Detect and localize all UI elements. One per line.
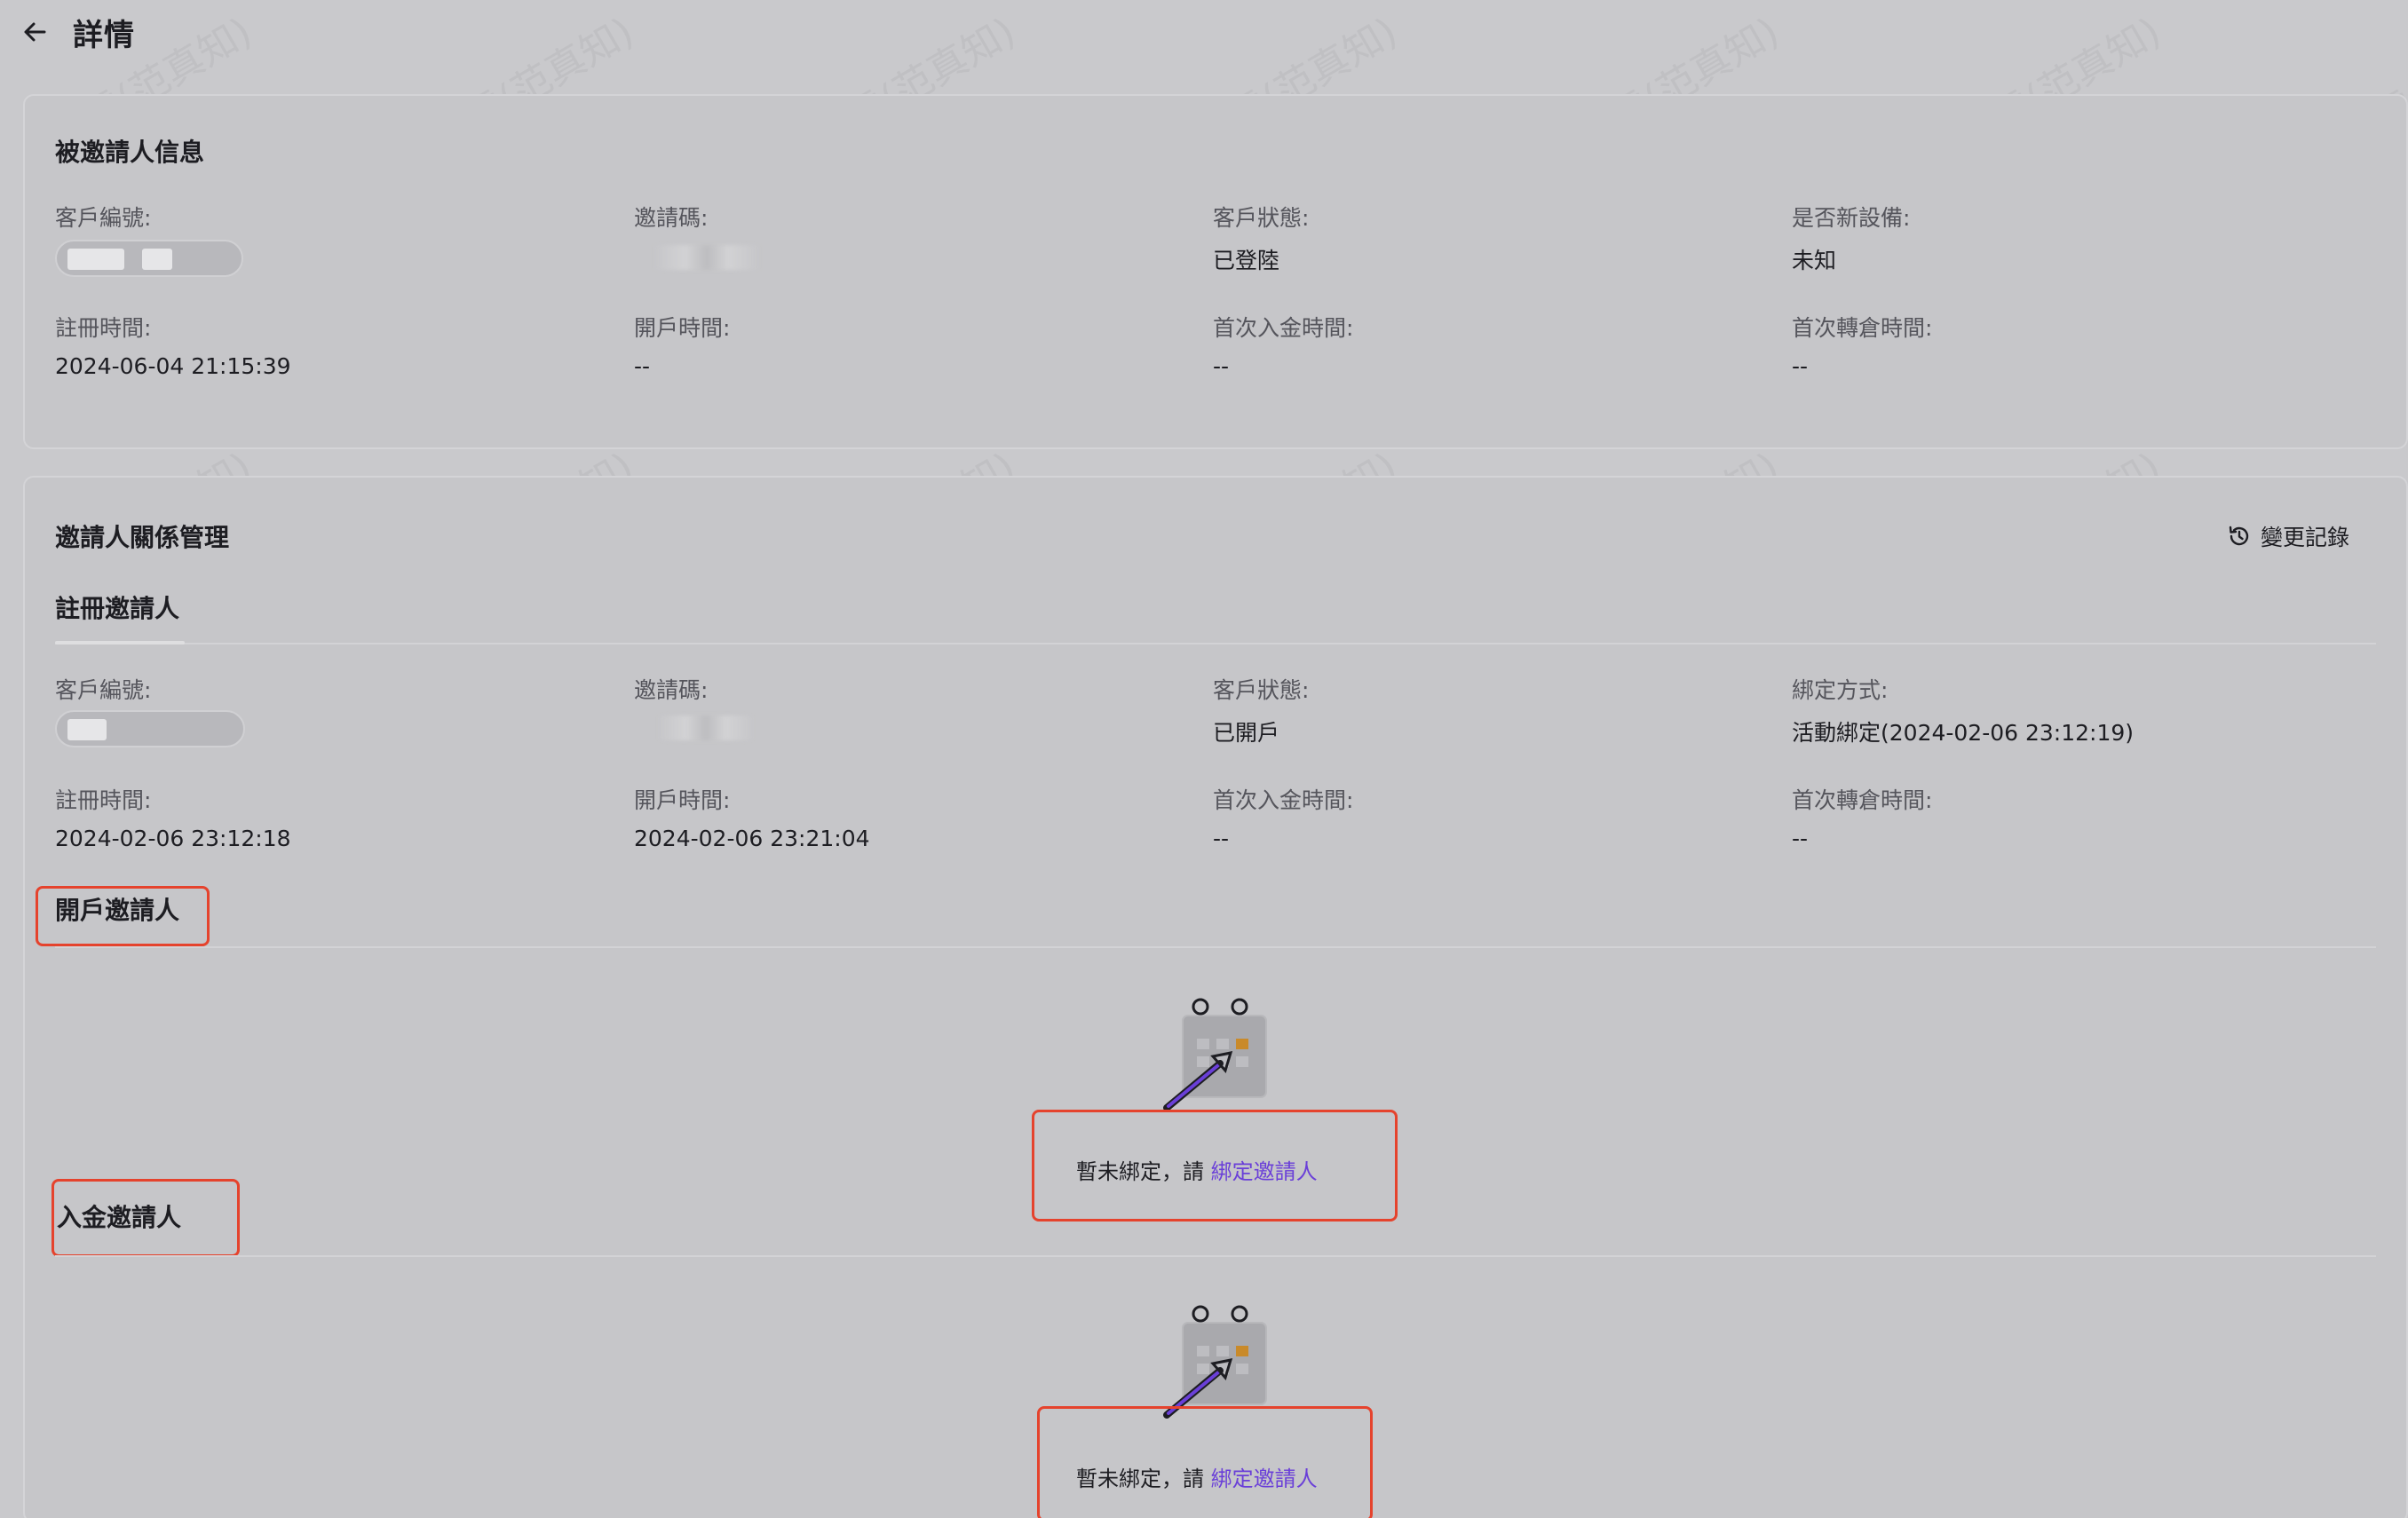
customer-no-masked-value (55, 240, 243, 277)
tab-active-indicator (55, 641, 185, 644)
bind-method-value: 活動綁定(2024-02-06 23:12:19) (1792, 720, 2135, 746)
first-deposit-value: -- (1213, 353, 1230, 379)
register-first-deposit-value: -- (1213, 826, 1230, 851)
invitee-section-title: 被邀請人信息 (55, 138, 205, 167)
open-account-inviter-highlight (36, 886, 210, 946)
tab-divider (55, 643, 2376, 644)
invite-code-label: 邀請碼: (634, 205, 709, 231)
invitee-info-card: 被邀請人信息 客戶編號: 邀請碼: 客戶狀態: 已登陸 是否新設備: 未知 註冊… (23, 94, 2408, 449)
open-time-value: -- (634, 353, 651, 379)
page-title: 詳情 (73, 18, 135, 53)
first-transfer-value: -- (1792, 353, 1809, 379)
customer-no-label: 客戶編號: (55, 205, 152, 231)
first-transfer-label: 首次轉倉時間: (1792, 315, 1933, 341)
open-time-label: 開戶時間: (634, 315, 731, 341)
change-history-button[interactable]: 變更記錄 (2227, 520, 2349, 552)
register-register-time-label: 註冊時間: (55, 787, 152, 813)
register-register-time-value: 2024-02-06 23:12:18 (55, 826, 291, 851)
register-open-time-label: 開戶時間: (634, 787, 731, 813)
open-account-empty-highlight (1032, 1110, 1398, 1222)
top-bar: 詳情 (0, 0, 2408, 71)
invite-code-masked-value (653, 245, 760, 270)
register-open-time-value: 2024-02-06 23:21:04 (634, 826, 870, 851)
register-first-transfer-value: -- (1792, 826, 1809, 851)
change-history-label: 變更記錄 (2260, 525, 2349, 550)
back-arrow-icon[interactable] (18, 14, 53, 50)
register-time-label: 註冊時間: (55, 315, 152, 341)
inviter-relation-card: 邀請人關係管理 變更記錄 註冊邀請人 客戶編號: 邀請碼: 客戶狀態: 已開戶 … (23, 476, 2408, 1518)
open-account-divider (55, 946, 2376, 948)
customer-status-label: 客戶狀態: (1213, 205, 1310, 231)
history-clock-icon (2229, 526, 2249, 546)
new-device-value: 未知 (1792, 248, 1837, 273)
relation-section-title: 邀請人關係管理 (55, 523, 230, 552)
register-customer-no-masked-value (55, 710, 245, 747)
bind-method-label: 綁定方式: (1792, 677, 1889, 703)
register-invite-code-masked-value (657, 716, 755, 740)
first-deposit-label: 首次入金時間: (1213, 315, 1354, 341)
register-invite-code-label: 邀請碼: (634, 677, 709, 703)
register-time-value: 2024-06-04 21:15:39 (55, 353, 291, 379)
register-first-deposit-label: 首次入金時間: (1213, 787, 1354, 813)
deposit-empty-highlight (1037, 1406, 1373, 1518)
register-customer-no-label: 客戶編號: (55, 677, 152, 703)
customer-status-value: 已登陸 (1213, 248, 1280, 273)
register-status-value: 已開戶 (1213, 720, 1280, 746)
empty-calendar-icon (1163, 998, 1267, 1111)
deposit-divider (55, 1255, 2376, 1257)
deposit-inviter-highlight (51, 1179, 240, 1257)
register-status-label: 客戶狀態: (1213, 677, 1310, 703)
tab-register-inviter[interactable]: 註冊邀請人 (55, 589, 179, 625)
register-first-transfer-label: 首次轉倉時間: (1792, 787, 1933, 813)
new-device-label: 是否新設備: (1792, 205, 1911, 231)
